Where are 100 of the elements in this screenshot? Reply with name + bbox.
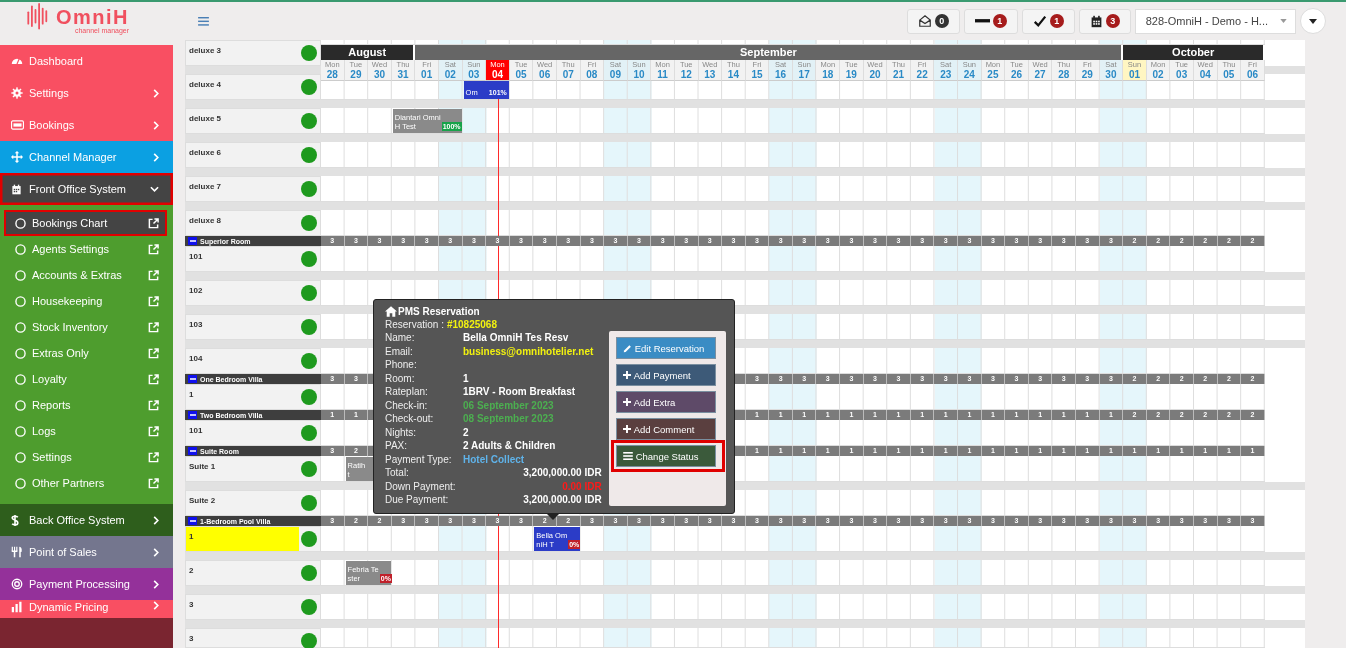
- notification-button[interactable]: 3: [1078, 8, 1131, 34]
- month-label: August: [321, 45, 416, 60]
- field-value: 2 Adults & Children: [463, 440, 556, 452]
- status-dot[interactable]: [301, 353, 317, 369]
- external-link-icon: [148, 217, 159, 229]
- minus-icon: [189, 450, 196, 452]
- action-button[interactable]: Change Status: [615, 445, 716, 467]
- collapse-button[interactable]: [188, 517, 197, 525]
- status-dot[interactable]: [301, 495, 317, 511]
- field-value: business@omnihotelier.net: [463, 345, 594, 357]
- sidebar-item[interactable]: Bookings: [0, 109, 173, 141]
- dropdown-button[interactable]: [1300, 8, 1326, 34]
- notification-button[interactable]: 0: [906, 8, 960, 34]
- status-dot[interactable]: [301, 79, 317, 95]
- submenu-item[interactable]: Settings: [4, 444, 167, 470]
- status-dot[interactable]: [301, 285, 317, 301]
- collapse-button[interactable]: [188, 447, 197, 455]
- minus-icon: [189, 240, 196, 242]
- external-link-icon: [148, 321, 159, 333]
- chevron-down-icon: [150, 186, 159, 192]
- submenu-item[interactable]: Extras Only: [4, 340, 167, 366]
- field-value: 1BRV - Room Breakfast: [463, 386, 576, 398]
- room-name: deluxe 3: [188, 45, 222, 57]
- ticket-icon: [11, 120, 24, 130]
- status-dot[interactable]: [301, 461, 317, 477]
- field-value: 3,200,000.00 IDR: [523, 467, 602, 479]
- field-label: Email:: [385, 345, 414, 357]
- sidebar-item[interactable]: Settings: [0, 77, 173, 109]
- collapse-button[interactable]: [188, 411, 197, 419]
- status-dot[interactable]: [301, 599, 317, 615]
- room-name: 101: [188, 251, 204, 263]
- status-dot[interactable]: [301, 425, 317, 441]
- sidebar-item[interactable]: Dashboard: [0, 45, 173, 77]
- room-name: 3: [188, 633, 195, 645]
- notification-button[interactable]: 1: [963, 8, 1018, 34]
- submenu-item[interactable]: Reports: [4, 392, 167, 418]
- notification-button[interactable]: 1: [1021, 8, 1075, 34]
- external-link-icon: [148, 269, 159, 281]
- room-name: 102: [188, 285, 204, 297]
- status-dot[interactable]: [301, 181, 317, 197]
- status-dot[interactable]: [301, 565, 317, 581]
- submenu-item[interactable]: Bookings Chart: [4, 210, 167, 236]
- field-label: Nights:: [385, 426, 418, 438]
- action-button[interactable]: Add Extra: [615, 391, 716, 413]
- collapse-button[interactable]: [188, 237, 197, 245]
- chevron-right-icon: [153, 579, 159, 589]
- chevron-right-icon: [153, 547, 159, 557]
- calendar-icon: [11, 183, 22, 195]
- sidebar-item[interactable]: Front Office System: [0, 173, 173, 205]
- submenu-item[interactable]: Logs: [4, 418, 167, 444]
- circle-icon: [15, 347, 26, 359]
- submenu-item[interactable]: Accounts & Extras: [4, 262, 167, 288]
- chevron-right-icon: [153, 88, 159, 98]
- reservation-number[interactable]: #10825068: [446, 319, 497, 330]
- minus-icon: [189, 520, 196, 522]
- action-button[interactable]: Add Payment: [615, 364, 716, 386]
- submenu-item[interactable]: Other Partners: [4, 470, 167, 496]
- check-icon: [1032, 14, 1047, 28]
- menu-button[interactable]: [196, 14, 211, 28]
- status-dot[interactable]: [301, 45, 317, 61]
- field-label: Rateplan:: [385, 386, 429, 398]
- submenu-item[interactable]: Stock Inventory: [4, 314, 167, 340]
- minus-icon: [189, 414, 196, 416]
- circle-icon: [15, 373, 26, 385]
- status-dot[interactable]: [301, 319, 317, 335]
- status-dot[interactable]: [301, 251, 317, 267]
- status-dot[interactable]: [301, 531, 317, 547]
- status-dot[interactable]: [301, 633, 317, 648]
- status-dot[interactable]: [301, 113, 317, 129]
- count-badge: 0: [934, 14, 949, 28]
- field-value: 06 September 2023: [463, 399, 554, 411]
- status-dot[interactable]: [301, 147, 317, 163]
- field-label: Check-out:: [385, 413, 435, 425]
- room-name: 103: [188, 319, 204, 331]
- gear-icon: [11, 87, 23, 99]
- count-badge: 3: [1105, 14, 1120, 28]
- sidebar-item[interactable]: Point of Sales: [0, 536, 173, 568]
- room-name: Suite 1: [188, 461, 217, 473]
- status-dot[interactable]: [301, 215, 317, 231]
- action-button[interactable]: Add Comment: [615, 418, 716, 440]
- field-label: PAX:: [385, 440, 409, 452]
- submenu-item[interactable]: Loyalty: [4, 366, 167, 392]
- action-button[interactable]: Edit Reservation: [615, 337, 716, 359]
- sidebar-item[interactable]: Channel Manager: [0, 141, 173, 173]
- field-value: 1: [463, 372, 469, 384]
- circle-icon: [15, 269, 26, 281]
- external-link-icon: [148, 477, 159, 489]
- sidebar-item[interactable]: Payment Processing: [0, 568, 173, 600]
- sidebar-item[interactable]: Back Office System: [0, 504, 173, 536]
- collapse-button[interactable]: [188, 375, 197, 383]
- circle-icon: [15, 295, 26, 307]
- status-dot[interactable]: [301, 389, 317, 405]
- plus-icon: [622, 371, 631, 379]
- room-name: 1: [186, 527, 299, 551]
- hotel-select[interactable]: 828-OmniH - Demo - H...: [1134, 8, 1296, 34]
- submenu-item[interactable]: Housekeeping: [4, 288, 167, 314]
- month-label: September: [415, 45, 1124, 60]
- plus-icon: [622, 425, 631, 433]
- external-link-icon: [148, 373, 159, 385]
- submenu-item[interactable]: Agents Settings: [4, 236, 167, 262]
